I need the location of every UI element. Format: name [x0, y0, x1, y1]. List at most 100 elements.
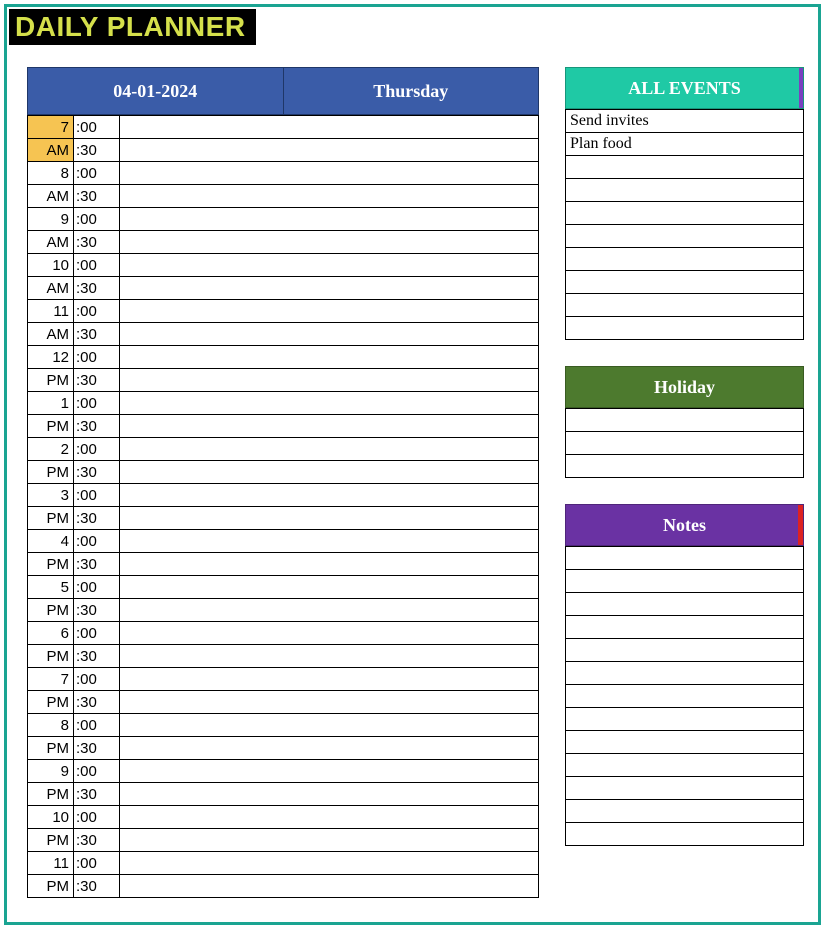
note-row[interactable] — [566, 547, 804, 570]
minute-cell: :30 — [74, 553, 120, 576]
events-panel: ALL EVENTS Send invitesPlan food — [565, 67, 804, 340]
minute-cell: :00 — [74, 254, 120, 277]
schedule-slot[interactable] — [120, 622, 539, 645]
note-row[interactable] — [566, 731, 804, 754]
hour-cell: 10 — [28, 806, 74, 829]
minute-cell: :00 — [74, 760, 120, 783]
schedule-slot[interactable] — [120, 438, 539, 461]
note-row[interactable] — [566, 593, 804, 616]
holiday-row[interactable] — [566, 409, 804, 432]
minute-cell: :30 — [74, 599, 120, 622]
schedule-slot[interactable] — [120, 208, 539, 231]
schedule-slot[interactable] — [120, 162, 539, 185]
page-title: DAILY PLANNER — [15, 11, 246, 43]
schedule-slot[interactable] — [120, 231, 539, 254]
note-row[interactable] — [566, 800, 804, 823]
minute-cell: :30 — [74, 277, 120, 300]
schedule-slot[interactable] — [120, 507, 539, 530]
event-row[interactable] — [566, 202, 804, 225]
schedule-slot[interactable] — [120, 346, 539, 369]
ampm-cell: PM — [28, 599, 74, 622]
schedule-slot[interactable] — [120, 323, 539, 346]
ampm-cell: AM — [28, 277, 74, 300]
hour-cell: 7 — [28, 668, 74, 691]
schedule-slot[interactable] — [120, 875, 539, 898]
note-row[interactable] — [566, 708, 804, 731]
event-row[interactable] — [566, 271, 804, 294]
schedule-slot[interactable] — [120, 645, 539, 668]
schedule-slot[interactable] — [120, 783, 539, 806]
holiday-list — [565, 408, 804, 478]
schedule-slot[interactable] — [120, 277, 539, 300]
side-panels: ALL EVENTS Send invitesPlan food Holiday… — [565, 67, 804, 898]
holiday-row[interactable] — [566, 432, 804, 455]
schedule-slot[interactable] — [120, 116, 539, 139]
event-row[interactable] — [566, 317, 804, 340]
holiday-header: Holiday — [565, 366, 804, 408]
schedule-slot[interactable] — [120, 576, 539, 599]
event-row[interactable] — [566, 294, 804, 317]
ampm-cell: PM — [28, 737, 74, 760]
minute-cell: :00 — [74, 622, 120, 645]
minute-cell: :00 — [74, 852, 120, 875]
note-row[interactable] — [566, 823, 804, 846]
note-row[interactable] — [566, 685, 804, 708]
schedule-slot[interactable] — [120, 139, 539, 162]
event-row[interactable] — [566, 179, 804, 202]
minute-cell: :30 — [74, 415, 120, 438]
holiday-panel: Holiday — [565, 366, 804, 478]
schedule-slot[interactable] — [120, 415, 539, 438]
schedule-slot[interactable] — [120, 484, 539, 507]
note-row[interactable] — [566, 754, 804, 777]
schedule-slot[interactable] — [120, 392, 539, 415]
note-row[interactable] — [566, 639, 804, 662]
ampm-cell: PM — [28, 507, 74, 530]
holiday-row[interactable] — [566, 455, 804, 478]
note-row[interactable] — [566, 616, 804, 639]
hour-cell: 8 — [28, 714, 74, 737]
schedule-slot[interactable] — [120, 852, 539, 875]
event-row[interactable] — [566, 225, 804, 248]
ampm-cell: AM — [28, 323, 74, 346]
schedule-slot[interactable] — [120, 691, 539, 714]
minute-cell: :00 — [74, 116, 120, 139]
ampm-cell: PM — [28, 783, 74, 806]
events-list: Send invitesPlan food — [565, 109, 804, 340]
minute-cell: :00 — [74, 300, 120, 323]
hour-cell: 3 — [28, 484, 74, 507]
note-row[interactable] — [566, 777, 804, 800]
schedule-slot[interactable] — [120, 668, 539, 691]
schedule-slot[interactable] — [120, 714, 539, 737]
schedule-slot[interactable] — [120, 760, 539, 783]
hour-cell: 4 — [28, 530, 74, 553]
minute-cell: :00 — [74, 392, 120, 415]
minute-cell: :00 — [74, 346, 120, 369]
schedule-slot[interactable] — [120, 369, 539, 392]
event-row[interactable]: Plan food — [566, 133, 804, 156]
schedule-slot[interactable] — [120, 530, 539, 553]
note-row[interactable] — [566, 662, 804, 685]
schedule-slot[interactable] — [120, 254, 539, 277]
schedule-slot[interactable] — [120, 300, 539, 323]
ampm-cell: PM — [28, 553, 74, 576]
event-row[interactable] — [566, 156, 804, 179]
event-row[interactable] — [566, 248, 804, 271]
schedule-slot[interactable] — [120, 185, 539, 208]
schedule-slot[interactable] — [120, 806, 539, 829]
notes-panel: Notes — [565, 504, 804, 846]
ampm-cell: PM — [28, 415, 74, 438]
ampm-cell: AM — [28, 139, 74, 162]
schedule-slot[interactable] — [120, 553, 539, 576]
hour-cell: 12 — [28, 346, 74, 369]
schedule-slot[interactable] — [120, 737, 539, 760]
minute-cell: :00 — [74, 668, 120, 691]
minute-cell: :00 — [74, 484, 120, 507]
note-row[interactable] — [566, 570, 804, 593]
schedule-table: 7:00AM:308:00AM:309:00AM:3010:00AM:3011:… — [27, 115, 539, 898]
ampm-cell: PM — [28, 461, 74, 484]
schedule-slot[interactable] — [120, 599, 539, 622]
minute-cell: :00 — [74, 208, 120, 231]
event-row[interactable]: Send invites — [566, 110, 804, 133]
schedule-slot[interactable] — [120, 461, 539, 484]
schedule-slot[interactable] — [120, 829, 539, 852]
